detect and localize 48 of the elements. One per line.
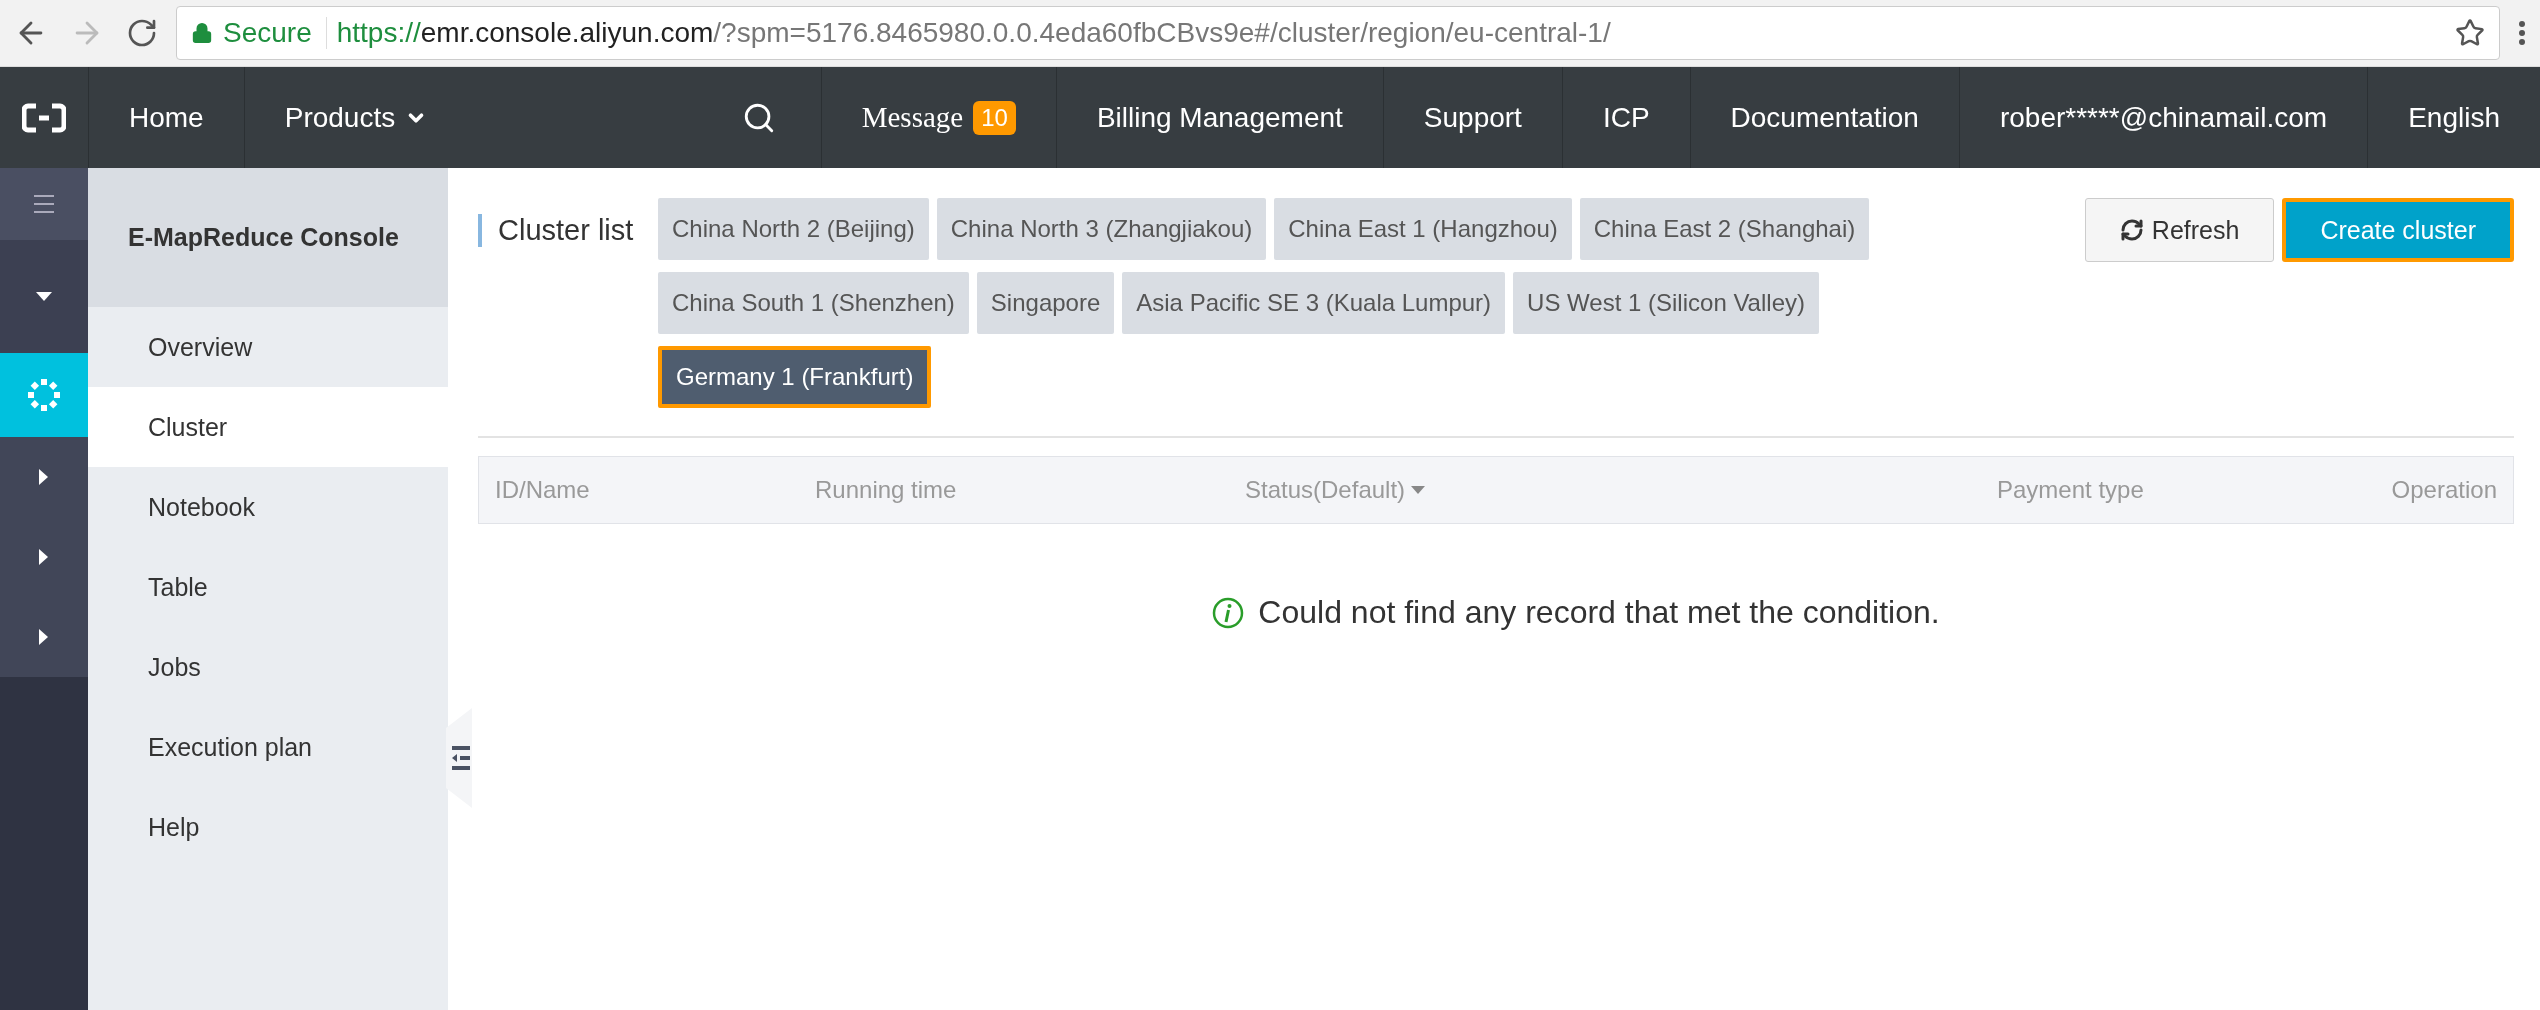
nav-link[interactable]: English <box>2367 67 2540 168</box>
sort-caret-icon <box>1411 486 1426 494</box>
nav-link[interactable]: Support <box>1382 67 1562 168</box>
sidebar-item[interactable]: Notebook <box>88 467 448 547</box>
column-header: Running time <box>815 476 958 504</box>
region-tab[interactable]: China East 2 (Shanghai) <box>1579 198 1870 260</box>
column-header: ID/Name <box>495 476 591 504</box>
refresh-icon <box>2119 218 2144 242</box>
caret-right-icon <box>39 469 49 485</box>
rail-button[interactable] <box>0 353 88 437</box>
sidebar-item[interactable]: Table <box>88 547 448 627</box>
region-tab[interactable]: China South 1 (Shenzhen) <box>658 272 969 334</box>
message-count-badge: 10 <box>973 100 1016 135</box>
nav-link[interactable]: ICP <box>1561 67 1690 168</box>
region-tab[interactable]: US West 1 (Silicon Valley) <box>1513 272 1819 334</box>
region-tab[interactable]: China North 2 (Beijing) <box>658 198 929 260</box>
column-header: Payment type <box>1997 476 2145 504</box>
sidebar-item[interactable]: Overview <box>88 307 448 387</box>
sidebar-item[interactable]: Help <box>88 787 448 867</box>
caret-right-icon <box>39 629 49 645</box>
dotted-ring-icon <box>26 377 62 413</box>
nav-link[interactable]: Documentation <box>1689 67 1959 168</box>
message-link[interactable]: Message 10 <box>820 67 1056 168</box>
refresh-button[interactable]: Refresh <box>2084 198 2275 262</box>
column-header: Operation <box>2390 476 2497 504</box>
nav-link[interactable]: Billing Management <box>1055 67 1383 168</box>
region-tab[interactable]: Asia Pacific SE 3 (Kuala Lumpur) <box>1122 272 1506 334</box>
info-icon <box>1212 596 1245 629</box>
region-tab[interactable]: China East 1 (Hangzhou) <box>1274 198 1572 260</box>
url-text: https://emr.console.aliyun.com/?spm=5176.8465980.0.0.4eda60fbCBvs9e#/cluster/region/eu-central-1/ <box>336 17 1611 49</box>
address-bar[interactable]: Secure https://emr.console.aliyun.com/?spm=5176.8465980.0.0.4eda60fbCBvs9e#/cluster/region/eu-central-1/ <box>176 6 2500 60</box>
menu-icon <box>33 193 55 215</box>
secure-label: Secure <box>223 17 327 49</box>
sidebar-item[interactable]: Cluster <box>88 387 448 467</box>
console-title: E-MapReduce Console <box>88 168 448 307</box>
empty-message: Could not find any record that met the condition. <box>1258 594 1940 631</box>
more-icon <box>2518 20 2526 46</box>
bookmark-star-icon[interactable] <box>2455 18 2485 48</box>
sidebar-item[interactable]: Execution plan <box>88 707 448 787</box>
region-tab[interactable]: China North 3 (Zhangjiakou) <box>936 198 1267 260</box>
region-tab[interactable]: Germany 1 (Frankfurt) <box>658 346 932 408</box>
lock-icon <box>191 22 213 44</box>
caret-down-icon <box>36 291 52 302</box>
nav-link[interactable]: rober*****@chinamail.com <box>1958 67 2368 168</box>
reload-icon <box>126 17 158 49</box>
caret-right-icon <box>39 549 49 565</box>
region-tab[interactable]: Singapore <box>976 272 1115 334</box>
sidebar-item[interactable]: Jobs <box>88 627 448 707</box>
